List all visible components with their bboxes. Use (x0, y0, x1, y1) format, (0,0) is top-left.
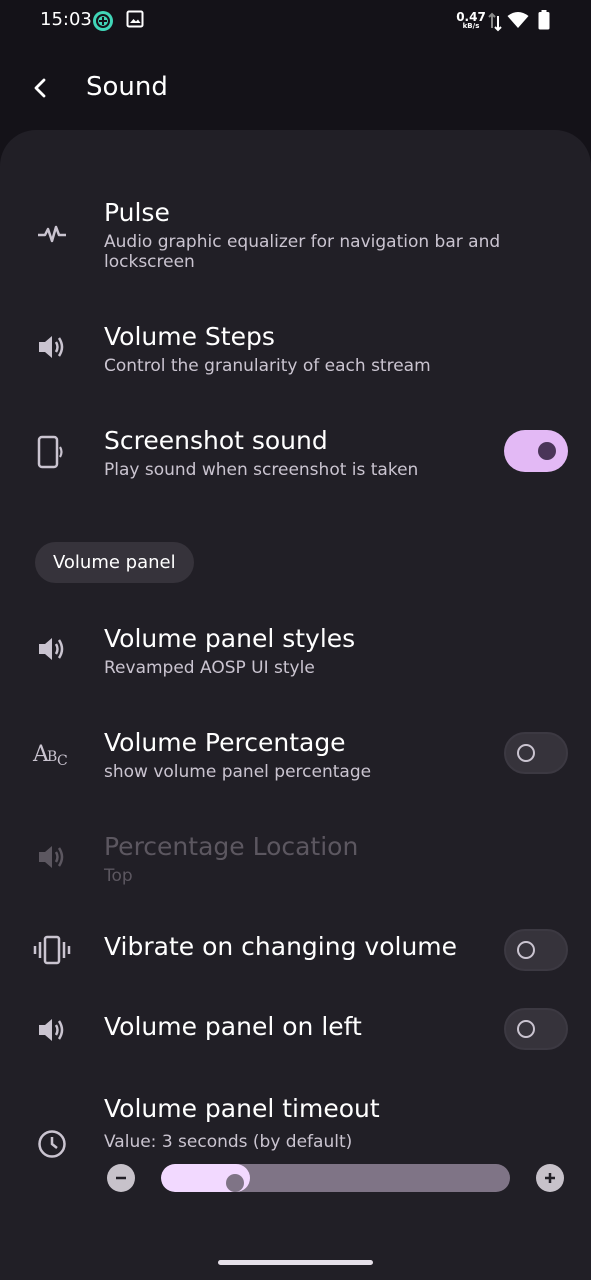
back-button[interactable] (22, 70, 58, 106)
setting-title: Screenshot sound (104, 426, 328, 455)
status-bar: 15:03 0.47 kB/s (0, 0, 591, 44)
toggle-knob (517, 1020, 535, 1038)
vibrate-icon (32, 930, 72, 970)
setting-subtitle: Control the granularity of each stream (104, 356, 431, 376)
toggle-knob (538, 442, 556, 460)
pulse-wave-icon (32, 214, 72, 254)
setting-volume-panel-styles[interactable]: Volume panel styles Revamped AOSP UI sty… (0, 622, 591, 692)
setting-subtitle: Value: 3 seconds (by default) (104, 1132, 353, 1152)
vibrate-on-changing-volume-toggle[interactable] (504, 929, 568, 971)
speaker-icon (32, 327, 72, 367)
svg-text:B: B (47, 749, 57, 765)
setting-volume-panel-timeout: Volume panel timeout Value: 3 seconds (b… (0, 1094, 591, 1158)
plus-icon (545, 1173, 555, 1183)
volume-panel-on-left-toggle[interactable] (504, 1008, 568, 1050)
setting-volume-panel-on-left[interactable]: Volume panel on left (0, 1008, 591, 1052)
setting-volume-percentage[interactable]: ABC Volume Percentage show volume panel … (0, 726, 591, 796)
speaker-icon (32, 837, 72, 877)
app-bar: Sound (0, 56, 591, 122)
setting-title: Volume panel on left (104, 1012, 362, 1041)
battery-icon (538, 10, 550, 34)
setting-title: Pulse (104, 198, 170, 227)
timeout-slider (0, 1158, 591, 1198)
section-header-volume-panel: Volume panel (35, 542, 194, 583)
minus-icon (116, 1176, 126, 1180)
setting-screenshot-sound[interactable]: Screenshot sound Play sound when screens… (0, 424, 591, 494)
setting-title: Volume panel timeout (104, 1094, 380, 1123)
speaker-icon (32, 629, 72, 669)
page-title: Sound (86, 72, 168, 102)
setting-title: Percentage Location (104, 832, 359, 861)
sync-notification-icon (92, 10, 114, 36)
setting-title: Volume Steps (104, 322, 275, 351)
toggle-knob (517, 744, 535, 762)
setting-subtitle: Play sound when screenshot is taken (104, 460, 419, 480)
image-notification-icon (126, 10, 144, 32)
network-speed: 0.47 kB/s (456, 10, 486, 30)
toggle-knob (517, 941, 535, 959)
back-arrow-icon (34, 78, 46, 98)
setting-subtitle: Top (104, 866, 133, 886)
setting-title: Volume Percentage (104, 728, 346, 757)
setting-pulse[interactable]: Pulse Audio graphic equalizer for naviga… (0, 196, 591, 286)
slider-thumb[interactable] (226, 1174, 244, 1192)
setting-title: Vibrate on changing volume (104, 932, 458, 961)
setting-vibrate-on-changing-volume[interactable]: Vibrate on changing volume (0, 928, 591, 972)
slider-track[interactable] (161, 1164, 510, 1192)
phone-sound-icon (32, 432, 72, 472)
setting-title: Volume panel styles (104, 624, 356, 653)
setting-subtitle: show volume panel percentage (104, 762, 372, 782)
setting-subtitle: Revamped AOSP UI style (104, 658, 315, 678)
speaker-icon (32, 1010, 72, 1050)
abc-text-icon: ABC (32, 734, 72, 774)
gesture-nav-handle[interactable] (218, 1260, 373, 1265)
setting-percentage-location: Percentage Location Top (0, 830, 591, 900)
increase-button[interactable] (536, 1164, 564, 1192)
status-time: 15:03 (40, 9, 92, 30)
data-updown-icon (488, 12, 502, 36)
svg-text:C: C (57, 753, 68, 769)
setting-subtitle: Audio graphic equalizer for navigation b… (104, 232, 501, 272)
volume-percentage-toggle[interactable] (504, 732, 568, 774)
setting-volume-steps[interactable]: Volume Steps Control the granularity of … (0, 320, 591, 390)
wifi-icon (507, 11, 529, 33)
decrease-button[interactable] (107, 1164, 135, 1192)
screenshot-sound-toggle[interactable] (504, 430, 568, 472)
